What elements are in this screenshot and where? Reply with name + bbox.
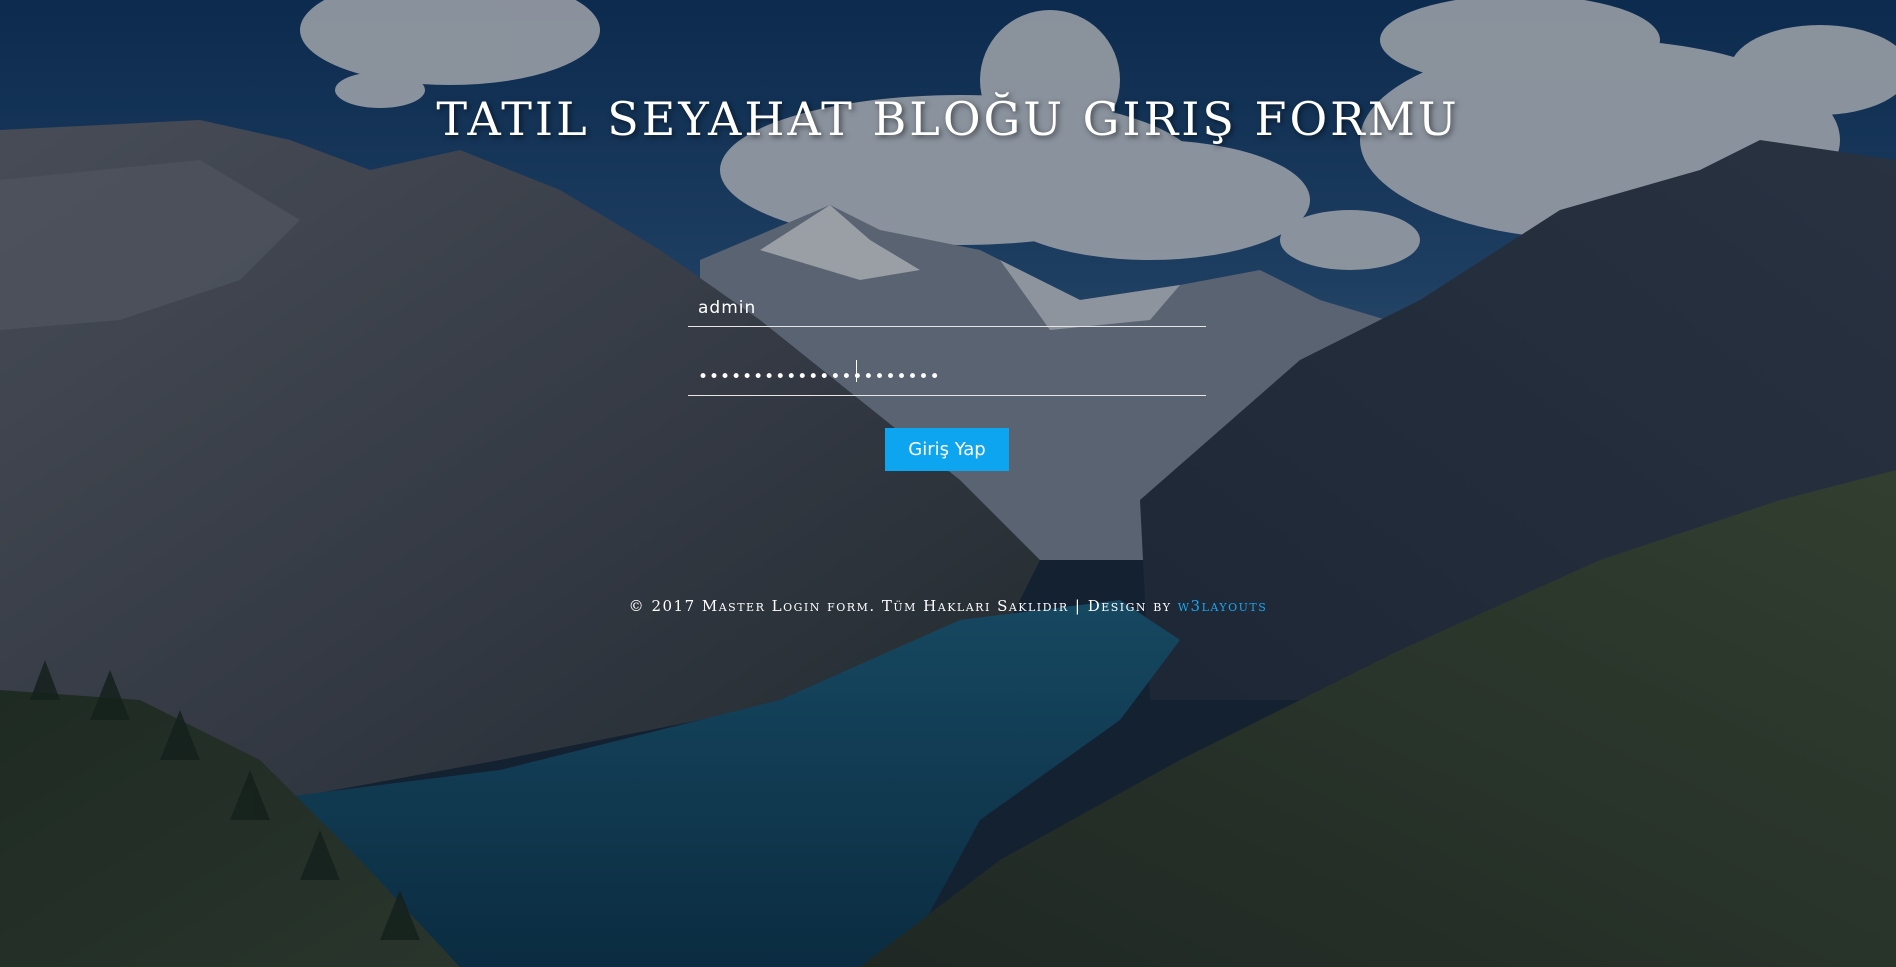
login-submit-button[interactable]: Giriş Yap [885,428,1009,471]
password-field [688,351,1206,396]
login-form [688,282,1206,420]
username-field [688,282,1206,327]
page-title: TATIL SEYAHAT BLOĞU GIRIŞ FORMU [436,92,1460,146]
text-cursor [856,360,857,382]
page: TATIL SEYAHAT BLOĞU GIRIŞ FORMU Giriş Ya… [0,0,1896,967]
password-input[interactable] [698,367,1198,387]
footer-copyright-text: © 2017 Master Login form. Tüm Hakları Sa… [628,597,1178,615]
username-input[interactable] [698,298,1198,318]
footer: © 2017 Master Login form. Tüm Hakları Sa… [0,597,1896,615]
footer-w3layouts-link[interactable]: w3layouts [1178,597,1268,615]
